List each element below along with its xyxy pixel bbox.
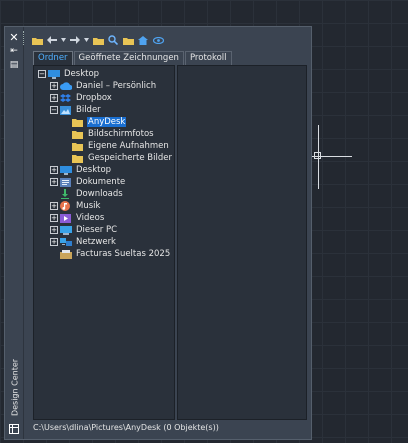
tree-node[interactable]: + Dropbox: [50, 92, 113, 104]
expand-icon[interactable]: +: [50, 238, 58, 246]
dropbox-icon: [60, 93, 72, 103]
dropdown-icon[interactable]: [84, 34, 89, 46]
tree-node-label: AnyDesk: [87, 117, 127, 127]
tree-node[interactable]: Eigene Aufnahmen: [62, 140, 170, 152]
folder-icon: [72, 153, 84, 163]
videos-icon: [60, 213, 72, 223]
tree-node-label: Dieser PC: [76, 225, 118, 235]
search-icon[interactable]: [107, 34, 119, 46]
tree-node-label: Daniel – Persönlich: [76, 81, 157, 91]
tree-node[interactable]: + Dieser PC: [50, 224, 118, 236]
tree-node-label: Bilder: [76, 105, 101, 115]
expand-icon[interactable]: +: [50, 214, 58, 222]
close-icon[interactable]: ✕: [7, 31, 21, 43]
home-icon[interactable]: [137, 34, 149, 46]
palette-menu-icon[interactable]: [7, 423, 21, 435]
expand-icon[interactable]: +: [50, 82, 58, 90]
status-path: C:\Users\dlina\Pictures\AnyDesk (0 Objek…: [33, 423, 219, 432]
tree-node[interactable]: AnyDesk: [62, 116, 127, 128]
crosshair-pickbox: [314, 152, 321, 159]
design-center-palette: ✕ ⇤ ▤ Design Center Ordner Geöffnete Zei…: [4, 26, 312, 440]
tree-node[interactable]: − Desktop: [38, 68, 100, 80]
tree-node-label: Gespeicherte Bilder: [88, 153, 172, 163]
tab-history[interactable]: Protokoll: [184, 51, 232, 65]
tree-node[interactable]: Bildschirmfotos: [62, 128, 155, 140]
palette-title: Design Center: [10, 358, 20, 417]
tree-node-label: Videos: [76, 213, 105, 223]
folder-icon: [72, 117, 84, 127]
expand-icon[interactable]: +: [50, 94, 58, 102]
pictures-icon: [60, 105, 72, 115]
cloud-icon: [60, 81, 72, 91]
tree-node[interactable]: + Desktop: [50, 164, 112, 176]
documents-icon: [60, 177, 72, 187]
tab-bar: Ordner Geöffnete Zeichnungen Protokoll: [33, 51, 233, 65]
folder-tree[interactable]: − Desktop + Daniel – Persönlich + Dropbox − Bil…: [33, 65, 175, 420]
tree-node[interactable]: − Bilder: [50, 104, 102, 116]
properties-icon[interactable]: ▤: [7, 59, 21, 71]
favorites-icon[interactable]: [122, 34, 134, 46]
tree-node-label: Dokumente: [76, 177, 126, 187]
collapse-icon[interactable]: −: [38, 70, 46, 78]
tree-node[interactable]: + Musik: [50, 200, 101, 212]
tree-node[interactable]: Downloads: [50, 188, 124, 200]
folder-icon: [72, 129, 84, 139]
pc-icon: [60, 225, 72, 235]
collapse-icon[interactable]: −: [50, 106, 58, 114]
tree-node-label: Desktop: [64, 69, 100, 79]
expand-icon[interactable]: +: [50, 226, 58, 234]
network-icon: [60, 237, 72, 247]
expand-icon[interactable]: +: [50, 166, 58, 174]
forward-icon[interactable]: [69, 34, 81, 46]
preview-icon[interactable]: [152, 34, 164, 46]
tree-node-label: Dropbox: [76, 93, 112, 103]
tree-node[interactable]: Gespeicherte Bilder: [62, 152, 173, 164]
desktop-icon: [48, 69, 60, 79]
load-icon[interactable]: [31, 34, 43, 46]
music-icon: [60, 201, 72, 211]
tree-node-label: Facturas Sueltas 2025: [76, 249, 171, 259]
dropdown-icon[interactable]: [61, 34, 66, 46]
tree-node[interactable]: Facturas Sueltas 2025: [50, 248, 171, 260]
tree-node-label: Desktop: [76, 165, 112, 175]
toolbar-grip[interactable]: [23, 31, 27, 45]
toolbar: [31, 33, 164, 47]
back-icon[interactable]: [46, 34, 58, 46]
tree-node-label: Bildschirmfotos: [88, 129, 154, 139]
tree-node-label: Eigene Aufnahmen: [88, 141, 169, 151]
content-list[interactable]: [177, 65, 307, 420]
tab-folders[interactable]: Ordner: [33, 51, 73, 65]
file-icon: [60, 249, 72, 259]
tree-node-label: Musik: [76, 201, 101, 211]
desktop-icon: [60, 165, 72, 175]
tree-node[interactable]: + Daniel – Persönlich: [50, 80, 157, 92]
autohide-icon[interactable]: ⇤: [7, 45, 21, 57]
folder-icon: [72, 141, 84, 151]
tree-node[interactable]: + Videos: [50, 212, 105, 224]
up-icon[interactable]: [92, 34, 104, 46]
palette-title-strip: ✕ ⇤ ▤ Design Center: [5, 27, 24, 439]
tree-node[interactable]: + Dokumente: [50, 176, 126, 188]
expand-icon[interactable]: +: [50, 178, 58, 186]
expand-icon[interactable]: +: [50, 202, 58, 210]
tree-node-label: Downloads: [76, 189, 123, 199]
downloads-icon: [60, 189, 72, 199]
tree-node[interactable]: + Netzwerk: [50, 236, 117, 248]
tree-node-label: Netzwerk: [76, 237, 116, 247]
tab-open-drawings[interactable]: Geöffnete Zeichnungen: [73, 51, 184, 65]
